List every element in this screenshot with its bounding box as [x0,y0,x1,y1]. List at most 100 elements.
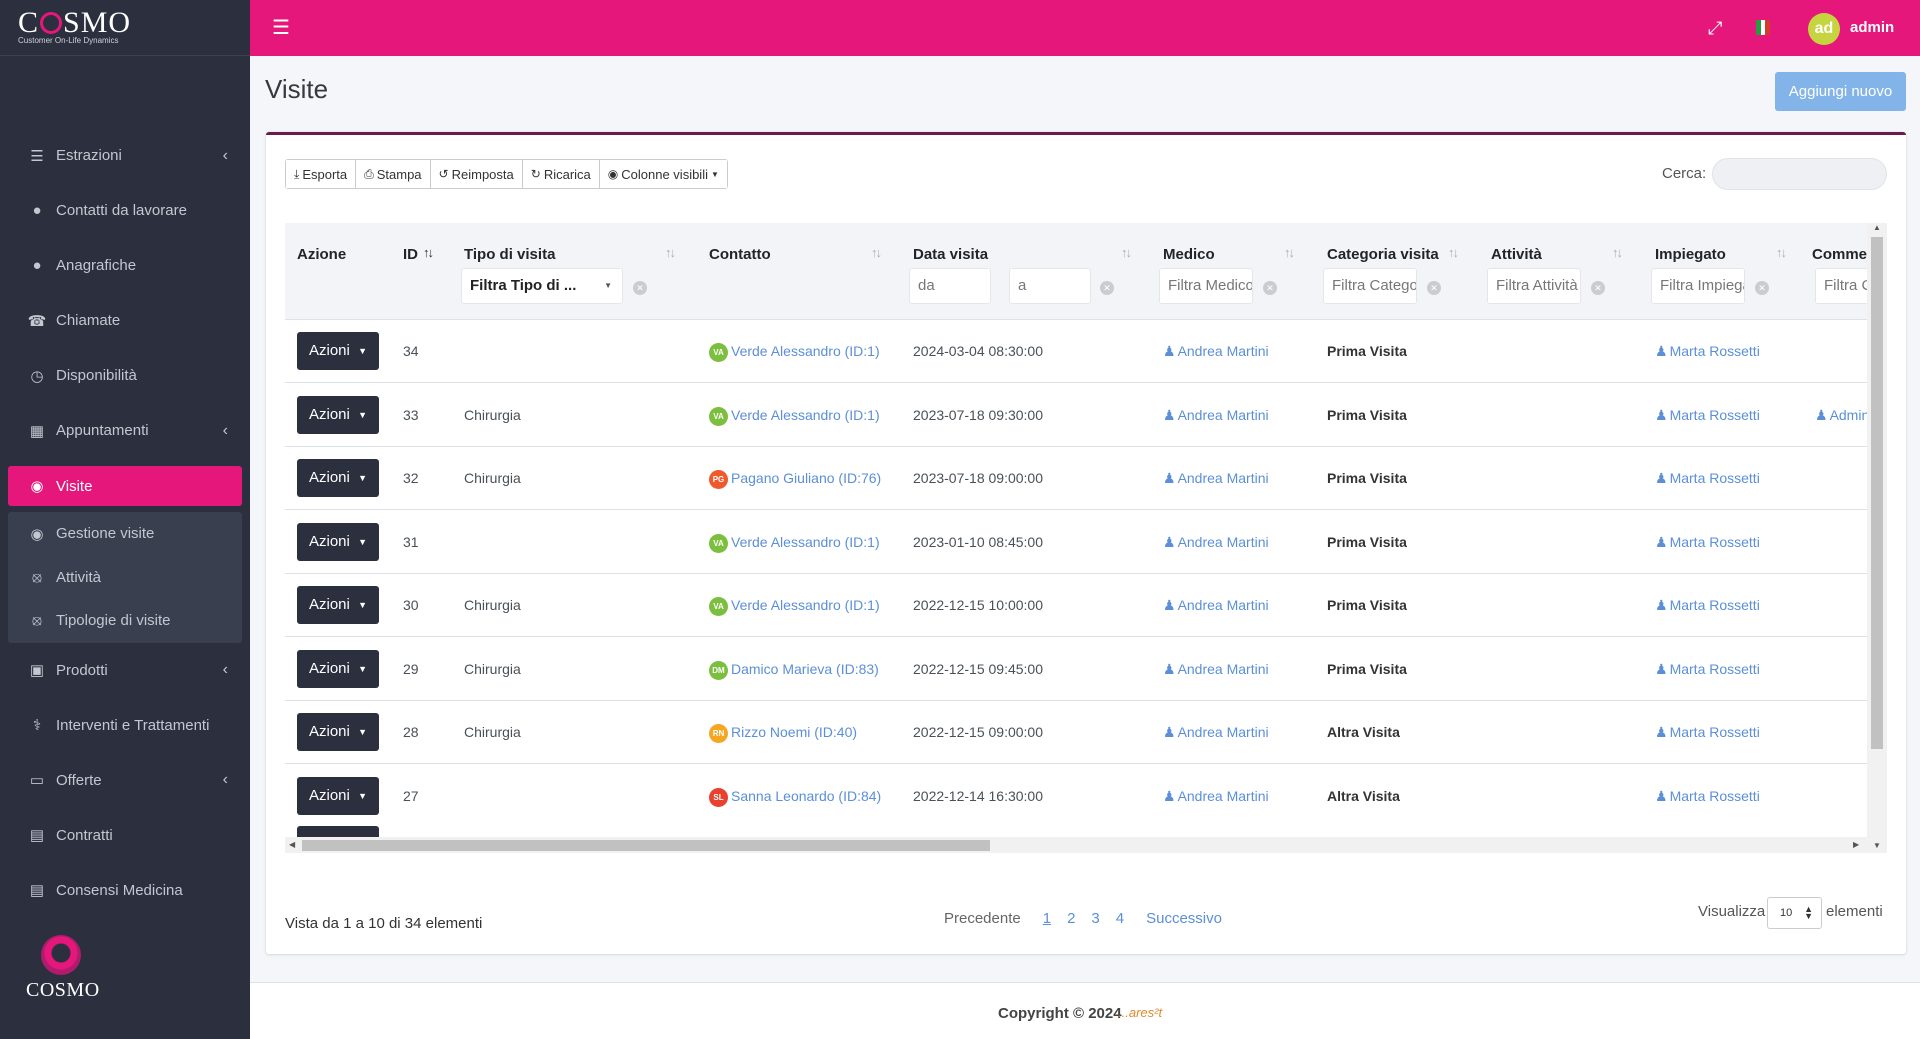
sidebar-item-anagrafiche[interactable]: ● Anagrafiche [8,238,242,293]
filter-date-from[interactable]: da [909,268,991,304]
contact-link[interactable]: DM Damico Marieva (ID:83) [709,660,879,680]
filter-impiegato-input[interactable]: Filtra Impiegato [1651,268,1745,304]
doctor-link[interactable]: ♟ Andrea Martini [1163,724,1269,741]
filter-attivita-input[interactable]: Filtra Attività [1487,268,1581,304]
clear-filter-icon[interactable]: ✕ [1100,281,1114,295]
sidebar-item-prodotti[interactable]: ▣ Prodotti ‹ [8,643,242,698]
col-contatto[interactable]: Contatto [709,246,771,263]
visible-columns-button[interactable]: ◉ Colonne visibili ▼ [599,160,727,188]
scroll-left-icon[interactable]: ◀ [289,840,295,849]
horizontal-scroll-thumb[interactable] [302,840,990,851]
brand-logo[interactable]: C SMO Customer On-Life Dynamics [0,0,250,56]
employee-link[interactable]: ♟ Marta Rossetti [1655,724,1760,741]
sort-icon[interactable]: ↑↓ [1121,245,1132,260]
export-button[interactable]: ⤓ Esporta [286,160,357,188]
col-tipo[interactable]: Tipo di visita [464,246,555,263]
col-id[interactable]: ID [403,246,418,263]
scroll-down-icon[interactable]: ▼ [1873,841,1881,850]
col-impiegato[interactable]: Impiegato [1655,246,1726,263]
sidebar-item-offerte[interactable]: ▭ Offerte ‹ [8,753,242,808]
doctor-link[interactable]: ♟ Andrea Martini [1163,470,1269,487]
clear-filter-icon[interactable]: ✕ [1427,281,1441,295]
contact-link[interactable]: RN Rizzo Noemi (ID:40) [709,724,857,743]
horizontal-scrollbar[interactable]: ◀ ▶ [285,837,1867,853]
sort-icon[interactable]: ↑↓ [1612,245,1623,260]
fullscreen-icon[interactable]: ⤢ [1708,18,1722,39]
sidebar-item-visite[interactable]: ◉ Visite [8,466,242,506]
hamburger-menu-icon[interactable]: ☰ [272,18,290,38]
sort-desc-icon[interactable]: ↑↓ [423,245,434,260]
clear-filter-icon[interactable]: ✕ [633,281,647,295]
reset-button[interactable]: ↺ Reimposta [430,160,523,188]
sidebar-item-estrazioni[interactable]: ☰ Estrazioni ‹ [8,128,242,183]
italian-flag-icon[interactable] [1756,20,1771,35]
doctor-link[interactable]: ♟ Andrea Martini [1163,788,1269,805]
employee-link[interactable]: ♟ Marta Rossetti [1655,407,1760,424]
actions-dropdown-button[interactable]: Azioni ▼ [297,776,379,815]
sidebar-item-gestione-visite[interactable]: ◉ Gestione visite [8,512,242,556]
company-logo[interactable]: ...ares²t [1118,1005,1162,1020]
actions-dropdown-button[interactable]: Azioni ▼ [297,395,379,434]
user-name[interactable]: admin [1850,19,1894,36]
col-attivita[interactable]: Attività [1491,246,1542,263]
doctor-link[interactable]: ♟ Andrea Martini [1163,597,1269,614]
scroll-right-icon[interactable]: ▶ [1853,840,1859,849]
contact-link[interactable]: VA Verde Alessandro (ID:1) [709,597,880,616]
sort-icon[interactable]: ↑↓ [1448,245,1459,260]
pagination-next[interactable]: Successivo [1138,910,1230,927]
page-length-select[interactable]: 10 ▲ ▼ [1767,897,1822,929]
avatar[interactable]: ad [1808,13,1840,45]
sidebar-item-disponibilit-[interactable]: ◷ Disponibilità [8,348,242,403]
sidebar-item-appuntamenti[interactable]: ▦ Appuntamenti ‹ [8,403,242,458]
sort-icon[interactable]: ↑↓ [1776,245,1787,260]
doctor-link[interactable]: ♟ Andrea Martini [1163,343,1269,360]
filter-categoria-input[interactable]: Filtra Categoria [1323,268,1417,304]
doctor-link[interactable]: ♟ Andrea Martini [1163,407,1269,424]
scroll-up-icon[interactable]: ▲ [1873,223,1881,232]
actions-dropdown-button[interactable]: Azioni ▼ [297,649,379,688]
col-categoria[interactable]: Categoria visita [1327,246,1439,263]
sort-icon[interactable]: ↑↓ [871,245,882,260]
actions-dropdown-button[interactable]: Azioni ▼ [297,586,379,624]
col-medico[interactable]: Medico [1163,246,1215,263]
employee-link[interactable]: ♟ Marta Rossetti [1655,343,1760,360]
pagination-prev[interactable]: Precedente [936,910,1029,927]
clear-filter-icon[interactable]: ✕ [1591,281,1605,295]
employee-link[interactable]: ♟ Marta Rossetti [1655,534,1760,551]
contact-link[interactable]: VA Verde Alessandro (ID:1) [709,406,880,426]
employee-link[interactable]: ♟ Marta Rossetti [1655,661,1760,678]
reload-button[interactable]: ↻ Ricarica [522,160,600,188]
filter-commento-input[interactable]: Filtra C [1815,268,1875,304]
sidebar-item-chiamate[interactable]: ☎ Chiamate [8,293,242,348]
doctor-link[interactable]: ♟ Andrea Martini [1163,534,1269,551]
print-button[interactable]: ⎙ Stampa [356,160,431,188]
sidebar-item-contatti-da-lavorare[interactable]: ● Contatti da lavorare [8,183,242,238]
pagination-page[interactable]: 4 [1108,910,1132,927]
sidebar-item-interventi-e-trattamenti[interactable]: ⚕ Interventi e Trattamenti [8,698,242,753]
employee-link[interactable]: ♟ Marta Rossetti [1655,788,1760,805]
col-data[interactable]: Data visita [913,246,988,263]
sidebar-item-attivit-[interactable]: ⦻ Attività [8,556,242,600]
employee-link[interactable]: ♟ Marta Rossetti [1655,597,1760,614]
filter-medico-input[interactable]: Filtra Medico [1159,268,1253,304]
sort-icon[interactable]: ↑↓ [1284,245,1295,260]
comment-user-link[interactable]: ♟ Admin [1815,407,1869,424]
vertical-scroll-thumb[interactable] [1871,237,1883,749]
filter-date-to[interactable]: a [1009,268,1091,304]
contact-link[interactable]: VA Verde Alessandro (ID:1) [709,343,880,362]
contact-link[interactable]: PG Pagano Giuliano (ID:76) [709,470,881,489]
col-commento[interactable]: Comme [1812,246,1867,263]
add-new-button[interactable]: Aggiungi nuovo [1775,72,1906,111]
sidebar-item-consensi-medicina[interactable]: ▤ Consensi Medicina [8,863,242,918]
contact-link[interactable]: SL Sanna Leonardo (ID:84) [709,787,881,807]
pagination-page[interactable]: 2 [1059,910,1083,927]
actions-dropdown-button[interactable]: Azioni ▼ [297,459,379,497]
search-input[interactable] [1712,158,1887,190]
sort-icon[interactable]: ↑↓ [665,245,676,260]
sidebar-item-tipologie-di-visite[interactable]: ⦻ Tipologie di visite [8,599,242,643]
sidebar-item-contratti[interactable]: ▤ Contratti [8,808,242,863]
vertical-scrollbar[interactable]: ▲ ▼ [1867,223,1887,853]
actions-dropdown-button[interactable]: Azioni ▼ [297,332,379,370]
pagination-page[interactable]: 3 [1083,910,1107,927]
clear-filter-icon[interactable]: ✕ [1263,281,1277,295]
